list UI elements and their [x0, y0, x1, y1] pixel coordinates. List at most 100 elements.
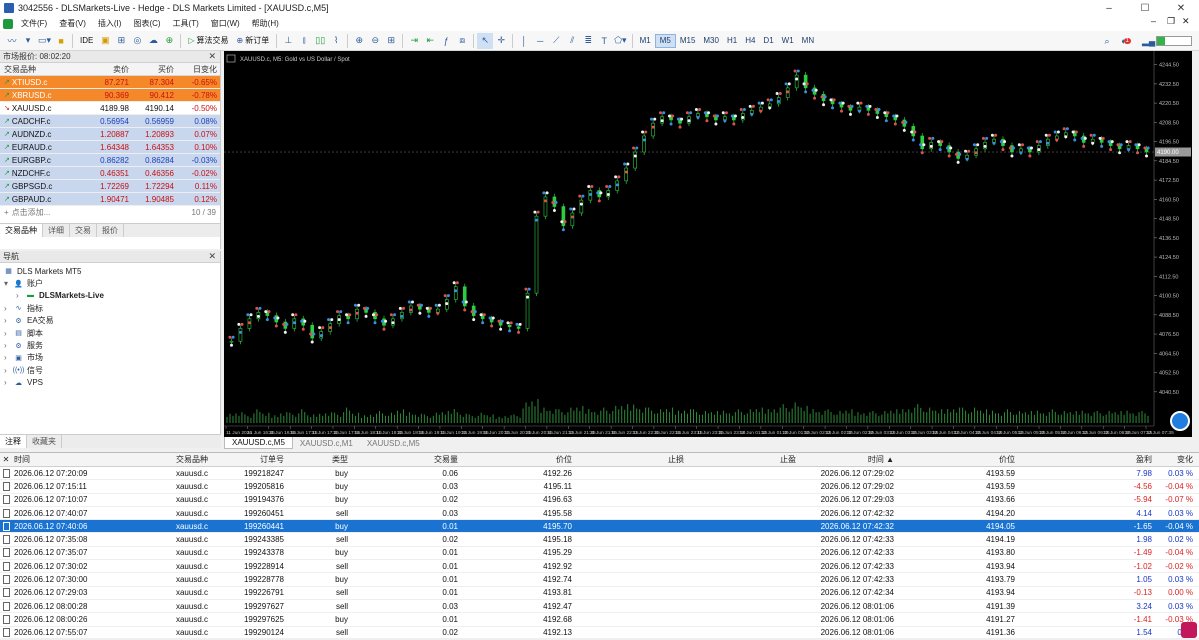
- close-icon[interactable]: ✕: [208, 251, 216, 262]
- timeframe-h1[interactable]: H1: [723, 34, 741, 48]
- menu-help[interactable]: 帮助(H): [246, 18, 285, 29]
- market-watch-row[interactable]: ↗ EURAUD.c 1.64348 1.64353 0.10%: [0, 141, 220, 154]
- expand-icon[interactable]: ›: [4, 316, 12, 325]
- column-change[interactable]: 变化: [1156, 454, 1199, 465]
- column-take-profit[interactable]: 止盈: [686, 454, 798, 465]
- table-row[interactable]: 2026.06.12 07:30:00 xauusd.c 199228778 buy 0…: [0, 573, 1199, 587]
- text-tool-icon[interactable]: T: [596, 33, 612, 49]
- expand-icon[interactable]: ›: [4, 329, 12, 338]
- fibonacci-icon[interactable]: ≣: [580, 33, 596, 49]
- minimize-button[interactable]: –: [1091, 0, 1127, 16]
- navigator-item[interactable]: ▾ 👤 账户: [0, 277, 220, 289]
- column-bid[interactable]: 卖价: [88, 64, 131, 75]
- expand-icon[interactable]: ›: [4, 304, 12, 313]
- column-symbol[interactable]: 交易品种: [110, 454, 210, 465]
- expand-icon[interactable]: ›: [4, 366, 12, 375]
- column-type[interactable]: 类型: [286, 454, 352, 465]
- table-row[interactable]: 2026.06.12 08:00:26 xauusd.c 199297625 buy 0…: [0, 613, 1199, 627]
- price-chart[interactable]: XAUUSD.c, M5: Gold vs US Dollar / Spot 4…: [224, 51, 1192, 437]
- market-watch-row[interactable]: ↗ AUDNZD.c 1.20887 1.20893 0.07%: [0, 128, 220, 141]
- expand-icon[interactable]: ›: [4, 353, 12, 362]
- table-row[interactable]: 2026.06.12 07:35:07 xauusd.c 199243378 buy 0…: [0, 547, 1199, 561]
- zoom-out-icon[interactable]: ⊖: [367, 33, 383, 49]
- navigator-item[interactable]: › ▬ DLSMarkets-Live: [0, 290, 220, 302]
- menu-tools[interactable]: 工具(T): [167, 18, 205, 29]
- depth-of-market-icon[interactable]: ⊥: [280, 33, 296, 49]
- column-volume[interactable]: 交易量: [352, 454, 462, 465]
- column-ask[interactable]: 买价: [131, 64, 176, 75]
- line-graph-icon[interactable]: ⌇: [328, 33, 344, 49]
- market-watch-row[interactable]: ↗ CADCHF.c 0.56954 0.56959 0.08%: [0, 115, 220, 128]
- column-stop-loss[interactable]: 止损: [574, 454, 686, 465]
- navigator-item[interactable]: › ▣ 市场: [0, 352, 220, 364]
- table-row[interactable]: 2026.06.12 07:29:03 xauusd.c 199226791 sell…: [0, 587, 1199, 600]
- shapes-icon[interactable]: ⬠▾: [612, 33, 628, 49]
- market-watch-row[interactable]: ↗ GBPAUD.c 1.90471 1.90485 0.12%: [0, 193, 220, 206]
- column-price[interactable]: 价位: [462, 454, 574, 465]
- maximize-button[interactable]: ☐: [1127, 0, 1163, 16]
- tile-windows-icon[interactable]: ⊞: [383, 33, 399, 49]
- candlestick-icon[interactable]: ▯▯: [312, 33, 328, 49]
- table-row[interactable]: 2026.06.12 07:35:08 xauusd.c 199243385 sell…: [0, 533, 1199, 547]
- menu-insert[interactable]: 插入(I): [92, 18, 128, 29]
- timeframe-h4[interactable]: H4: [741, 34, 759, 48]
- timeframe-mn[interactable]: MN: [798, 34, 818, 48]
- navigator-item[interactable]: › ⚙ EA交易: [0, 315, 220, 327]
- table-row[interactable]: 2026.06.12 07:40:06 xauusd.c 199260441 buy 0…: [0, 520, 1199, 534]
- timeframe-m5[interactable]: M5: [654, 33, 676, 48]
- column-ticket[interactable]: 订单号: [210, 454, 286, 465]
- add-symbol-row[interactable]: + 点击添加... 10 / 39: [0, 206, 220, 219]
- bar-chart-icon[interactable]: ⫾: [296, 33, 312, 49]
- close-icon[interactable]: ✕: [208, 51, 216, 62]
- tab-trading[interactable]: 交易: [70, 224, 97, 237]
- crosshair-icon[interactable]: ✛: [493, 33, 509, 49]
- screenshot-icon[interactable]: ⧈: [454, 33, 470, 49]
- vps-cloud-icon[interactable]: ☁: [145, 33, 161, 49]
- expand-icon[interactable]: ›: [16, 291, 24, 300]
- timeframe-m1[interactable]: M1: [636, 34, 655, 48]
- timeframe-w1[interactable]: W1: [778, 34, 798, 48]
- navigator-item[interactable]: › ((•)) 信号: [0, 364, 220, 376]
- navigator-item[interactable]: › ∿ 指标: [0, 302, 220, 314]
- tab-favorites[interactable]: 收藏夹: [27, 435, 62, 448]
- menu-file[interactable]: 文件(F): [15, 18, 53, 29]
- add-symbol-input[interactable]: 点击添加...: [12, 207, 51, 218]
- timeframe-m30[interactable]: M30: [699, 34, 723, 48]
- table-row[interactable]: 2026.06.12 08:00:28 xauusd.c 199297627 sell…: [0, 600, 1199, 614]
- timeframe-m15[interactable]: M15: [676, 34, 700, 48]
- column-close-time[interactable]: 时间 ▲: [798, 454, 898, 465]
- vertical-line-icon[interactable]: │: [516, 33, 532, 49]
- chart-type-dropdown-icon[interactable]: ▾: [20, 33, 36, 49]
- market-watch-row[interactable]: ↗ EURGBP.c 0.86282 0.86284 -0.03%: [0, 154, 220, 167]
- zoom-in-icon[interactable]: ⊕: [351, 33, 367, 49]
- indicators-icon[interactable]: ƒ: [438, 33, 454, 49]
- tab-ticks[interactable]: 报价: [97, 224, 124, 237]
- market-watch-row[interactable]: ↗ XBRUSD.c 90.369 90.412 -0.78%: [0, 89, 220, 102]
- cursor-icon[interactable]: ↖: [477, 32, 494, 49]
- table-row[interactable]: 2026.06.12 07:40:07 xauusd.c 199260451 sell…: [0, 507, 1199, 521]
- briefcase-icon[interactable]: ▣: [97, 33, 113, 49]
- close-button[interactable]: ✕: [1163, 0, 1199, 16]
- menu-window[interactable]: 窗口(W): [205, 18, 246, 29]
- menu-view[interactable]: 查看(V): [53, 18, 92, 29]
- column-close-price[interactable]: 价位: [898, 454, 1018, 465]
- channel-icon[interactable]: ⫽: [564, 33, 580, 49]
- toolbox-close-icon[interactable]: ✕: [0, 455, 12, 464]
- column-change[interactable]: 日变化: [176, 64, 220, 75]
- templates-icon[interactable]: ▭▾: [36, 33, 53, 49]
- trend-line-icon[interactable]: ⟋: [548, 33, 564, 49]
- new-order-button[interactable]: ⊕ 新订单: [233, 33, 274, 49]
- signals-icon[interactable]: ◎: [129, 33, 145, 49]
- horizontal-line-icon[interactable]: ─: [532, 33, 548, 49]
- chart-tab-xauusd-m5[interactable]: XAUUSD.c,M5: [224, 437, 293, 449]
- table-row[interactable]: 2026.06.12 07:10:07 xauusd.c 199194376 buy 0…: [0, 494, 1199, 507]
- navigator-item[interactable]: ▦ DLS Markets MT5: [0, 265, 220, 277]
- table-row[interactable]: 2026.06.12 07:20:09 xauusd.c 199218247 buy 0…: [0, 467, 1199, 481]
- chart-menu-icon[interactable]: [3, 18, 13, 29]
- navigator-item[interactable]: › ⚙ 服务: [0, 339, 220, 351]
- chat-assistant-icon[interactable]: [1170, 411, 1190, 431]
- autoscroll-icon[interactable]: ⇥: [406, 33, 422, 49]
- restore-child-button[interactable]: –: [1145, 16, 1162, 26]
- line-chart-icon[interactable]: 〰: [4, 33, 20, 49]
- algo-trading-button[interactable]: ▷ 算法交易: [184, 33, 232, 49]
